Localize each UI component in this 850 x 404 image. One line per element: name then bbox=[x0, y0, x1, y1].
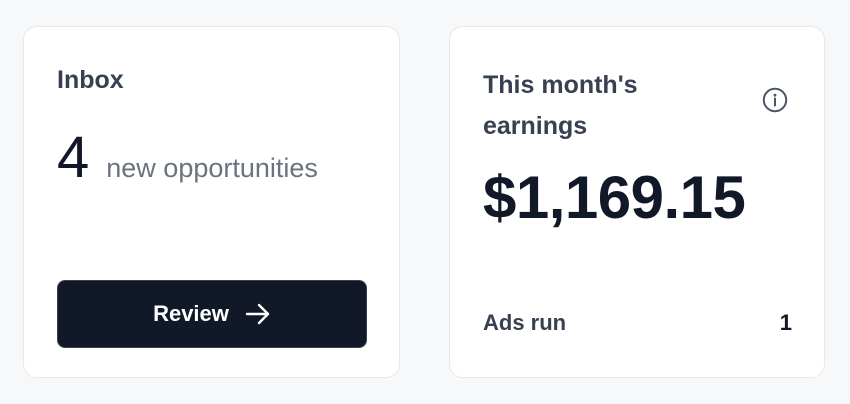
opportunities-count-label: new opportunities bbox=[106, 153, 318, 183]
opportunities-count: 4 new opportunities bbox=[57, 123, 318, 193]
inbox-title: Inbox bbox=[57, 66, 124, 94]
review-button[interactable]: Review bbox=[57, 280, 367, 348]
ads-run-label: Ads run bbox=[483, 310, 567, 335]
stat-row-ads-run: Ads run 1 bbox=[483, 310, 792, 336]
earnings-card: This month's earnings $1,169.15 Ads run … bbox=[449, 26, 825, 378]
earnings-title: This month's earnings bbox=[483, 71, 638, 140]
ads-run-value: 1 bbox=[779, 310, 792, 335]
arrow-right-icon bbox=[245, 303, 270, 325]
opportunities-count-number: 4 bbox=[57, 125, 90, 190]
info-icon[interactable] bbox=[762, 87, 788, 113]
inbox-card: Inbox 4 new opportunities Review bbox=[23, 26, 400, 378]
earnings-amount: $1,169.15 bbox=[483, 164, 746, 231]
review-button-label: Review bbox=[153, 301, 229, 326]
